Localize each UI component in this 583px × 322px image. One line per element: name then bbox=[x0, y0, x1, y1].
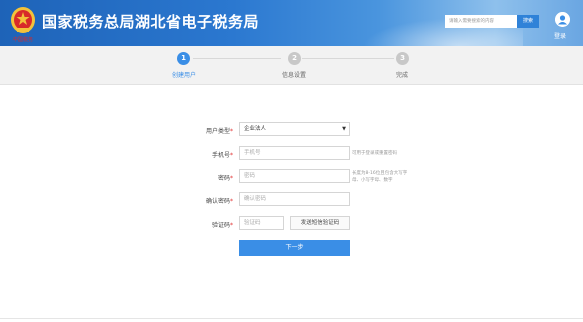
chevron-down-icon: ▼ bbox=[342, 126, 346, 132]
phone-hint: 可用于登录或重置密码 bbox=[352, 151, 397, 156]
password-hint: 长度为8-16位且包含大写字母、小写字母、数字 bbox=[352, 171, 408, 183]
send-sms-code-button[interactable]: 发送短信验证码 bbox=[290, 216, 350, 230]
phone-label: 手机号* bbox=[211, 152, 233, 159]
step-1-label: 创建用户 bbox=[171, 72, 197, 79]
phone-input[interactable]: 手机号 bbox=[239, 146, 350, 160]
password-label: 密码* bbox=[217, 175, 233, 182]
confirm-password-label: 确认密码* bbox=[205, 198, 233, 205]
captcha-input[interactable]: 验证码 bbox=[239, 216, 284, 230]
step-connector bbox=[193, 58, 281, 59]
top-header: 中国税务 国家税务总局湖北省电子税务局 请输入需要搜索的内容 搜索 登录 bbox=[0, 0, 583, 46]
user-type-label: 用户类型* bbox=[205, 128, 233, 135]
step-1-circle: 1 bbox=[177, 52, 190, 65]
site-title: 国家税务总局湖北省电子税务局 bbox=[42, 13, 260, 31]
step-3-circle: 3 bbox=[396, 52, 409, 65]
step-2-label: 信息设置 bbox=[281, 72, 307, 79]
next-step-button[interactable]: 下一步 bbox=[239, 240, 350, 256]
search-button[interactable]: 搜索 bbox=[517, 15, 539, 28]
login-link[interactable]: 登录 bbox=[554, 31, 566, 40]
password-input[interactable]: 密码 bbox=[239, 169, 350, 183]
captcha-label: 验证码* bbox=[211, 222, 233, 229]
footer-divider bbox=[0, 318, 583, 319]
user-type-select[interactable]: 企业法人 ▼ bbox=[239, 122, 350, 136]
confirm-password-input[interactable]: 确认密码 bbox=[239, 192, 350, 206]
step-3-label: 完成 bbox=[395, 72, 409, 79]
search-input[interactable]: 请输入需要搜索的内容 bbox=[445, 15, 517, 28]
step-connector bbox=[302, 58, 394, 59]
emblem-subtitle: 中国税务 bbox=[12, 37, 33, 43]
tax-emblem-icon bbox=[11, 7, 35, 33]
user-avatar-icon[interactable] bbox=[555, 12, 570, 27]
step-2-circle: 2 bbox=[288, 52, 301, 65]
